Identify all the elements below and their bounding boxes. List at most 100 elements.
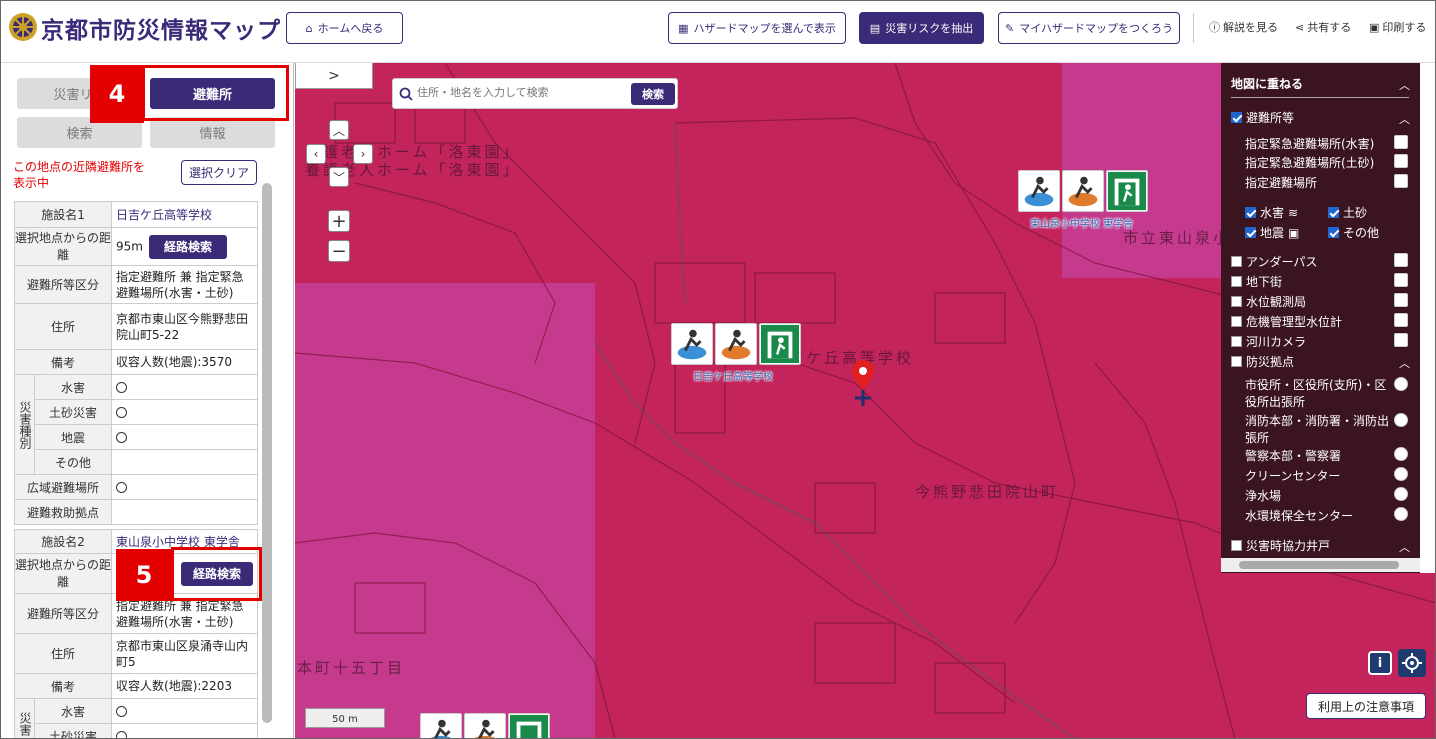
filter-earthquake[interactable]: 地震 ▣ bbox=[1245, 224, 1299, 241]
layer-water-plant: 浄水場 bbox=[1245, 487, 1281, 504]
site-title[interactable]: 京都市防災情報マップ bbox=[41, 11, 281, 45]
checkbox-unchecked[interactable] bbox=[1231, 336, 1242, 347]
pan-right-button[interactable]: › bbox=[353, 144, 373, 164]
facility1-earthquake-value bbox=[111, 424, 259, 450]
share-icon: ⋖ bbox=[1295, 20, 1305, 34]
filter-other[interactable]: その他 bbox=[1328, 224, 1379, 241]
sidebar-scroll-thumb[interactable] bbox=[262, 183, 272, 723]
facility2-map-marker[interactable] bbox=[1018, 170, 1148, 216]
available-circle-icon bbox=[116, 432, 128, 443]
facility1-rescue-label: 避難救助拠点 bbox=[13, 499, 113, 525]
facility1-map-marker[interactable] bbox=[671, 323, 801, 369]
hazard-select-label: ハザードマップを選んで表示 bbox=[693, 22, 836, 35]
checkbox-unchecked[interactable] bbox=[1231, 296, 1242, 307]
collapse-chevron-icon[interactable]: ︿ bbox=[1399, 355, 1410, 371]
annotation-label-5: 5 bbox=[116, 549, 172, 601]
layer-crisis-gauge-label: 危機管理型水位計 bbox=[1246, 315, 1343, 329]
available-circle-icon bbox=[116, 731, 128, 738]
clear-selection-button[interactable]: 選択クリア bbox=[181, 160, 257, 185]
layer-disaster-base[interactable]: 防災拠点 bbox=[1231, 353, 1294, 370]
print-link[interactable]: ▣ 印刷する bbox=[1369, 19, 1426, 35]
layer-cooperation-well[interactable]: 災害時協力井戸 bbox=[1231, 537, 1330, 554]
checkbox-unchecked[interactable] bbox=[1231, 540, 1242, 551]
facility2-remarks-label: 備考 bbox=[13, 673, 113, 699]
risk-extract-button[interactable]: ▤ 災害リスクを抽出 bbox=[859, 12, 984, 44]
layer-designated-landslide-label: 指定緊急避難場所(土砂) bbox=[1245, 156, 1375, 170]
nearby-notice-line2: 表示中 bbox=[13, 176, 50, 190]
layer-underground[interactable]: 地下街 bbox=[1231, 273, 1282, 290]
layer-river-camera[interactable]: 河川カメラ bbox=[1231, 333, 1306, 350]
facility1-table: 施設名1 日吉ケ丘高等学校 選択地点からの距離 95m 経路検索 避難所等区分 指… bbox=[13, 201, 259, 525]
collapse-chevron-icon[interactable]: ︿ bbox=[1399, 77, 1410, 93]
checkbox-unchecked[interactable] bbox=[1231, 356, 1242, 367]
my-hazard-map-button[interactable]: ✎ マイハザードマップをつくろう bbox=[998, 12, 1180, 44]
map-text-hon-machi: 本町十五丁目 bbox=[297, 659, 406, 677]
shelter-legend-icon bbox=[1394, 174, 1408, 188]
usage-notice-button[interactable]: 利用上の注意事項 bbox=[1306, 693, 1426, 719]
table-row: 備考 収容人数(地震):2203 bbox=[13, 673, 259, 699]
facility2-remarks-value: 収容人数(地震):2203 bbox=[111, 673, 259, 699]
layer-designated-shelter: 指定避難場所 bbox=[1245, 174, 1317, 191]
facility1-name-link[interactable]: 日吉ケ丘高等学校 bbox=[111, 201, 259, 228]
zoom-out-button[interactable]: − bbox=[328, 240, 350, 262]
facility2-landslide-label: 土砂災害 bbox=[33, 723, 113, 738]
collapse-chevron-icon[interactable]: ︿ bbox=[1399, 111, 1410, 127]
filter-landslide[interactable]: 土砂 bbox=[1328, 204, 1367, 221]
fire-dept-legend-icon bbox=[1394, 413, 1408, 427]
facility1-landslide-label: 土砂災害 bbox=[33, 399, 113, 425]
facility1-remarks-label: 備考 bbox=[13, 349, 113, 375]
table-row: 住所 京都市東山区今熊野悲田院山町5-22 bbox=[13, 303, 259, 350]
current-location-button[interactable] bbox=[1398, 649, 1426, 677]
facility1-route-button[interactable]: 経路検索 bbox=[148, 234, 227, 259]
map-search-input[interactable] bbox=[417, 86, 617, 99]
help-link[interactable]: ⓘ 解説を見る bbox=[1209, 19, 1278, 35]
share-link[interactable]: ⋖ 共有する bbox=[1295, 19, 1351, 35]
pan-down-button[interactable]: ﹀ bbox=[329, 167, 349, 187]
pan-left-button[interactable]: ‹ bbox=[306, 144, 326, 164]
map-icon: ▦ bbox=[678, 21, 689, 35]
home-button[interactable]: ⌂ ホームへ戻る bbox=[286, 12, 403, 44]
table-row: 災害種別 水害 bbox=[14, 374, 259, 475]
layer-police: 警察本部・警察署 bbox=[1245, 447, 1341, 464]
tab-info[interactable]: 情報 bbox=[150, 117, 275, 148]
map-search-button[interactable]: 検索 bbox=[631, 83, 675, 105]
layer-crisis-water-gauge[interactable]: 危機管理型水位計 bbox=[1231, 313, 1342, 330]
layer-panel-vertical-scrollbar[interactable] bbox=[1420, 63, 1435, 573]
pan-up-button[interactable]: ︿ bbox=[329, 120, 349, 140]
facility1-distance-cell: 95m 経路検索 bbox=[111, 227, 259, 266]
filter-flood[interactable]: 水害 ≋ bbox=[1245, 204, 1298, 221]
map-info-button[interactable]: i bbox=[1368, 651, 1392, 675]
water-plant-legend-icon bbox=[1394, 487, 1408, 501]
my-hazard-label: マイハザードマップをつくろう bbox=[1019, 22, 1173, 35]
checkbox-checked[interactable] bbox=[1328, 227, 1339, 238]
collapse-chevron-icon[interactable]: ︿ bbox=[1399, 539, 1410, 555]
checkbox-unchecked[interactable] bbox=[1231, 316, 1242, 327]
nearby-shelters-notice: この地点の近隣避難所を 表示中 bbox=[13, 159, 145, 191]
map-search-box: 検索 bbox=[392, 78, 678, 109]
facility3-map-marker[interactable] bbox=[420, 713, 550, 738]
checkbox-unchecked[interactable] bbox=[1231, 276, 1242, 287]
layer-cooperation-well-label: 災害時協力井戸 bbox=[1246, 539, 1331, 553]
checkbox-unchecked[interactable] bbox=[1231, 256, 1242, 267]
layer-clean-center: クリーンセンター bbox=[1245, 467, 1340, 484]
selected-location-pin-icon[interactable] bbox=[851, 360, 875, 408]
clean-center-legend-icon bbox=[1394, 467, 1408, 481]
checkbox-checked[interactable] bbox=[1328, 207, 1339, 218]
layer-designated-landslide: 指定緊急避難場所(土砂) bbox=[1245, 154, 1374, 171]
earthquake-icon: ▣ bbox=[1288, 225, 1300, 240]
layer-shelters[interactable]: 避難所等 bbox=[1231, 109, 1294, 126]
hazard-select-button[interactable]: ▦ ハザードマップを選んで表示 bbox=[668, 12, 846, 44]
checkbox-checked[interactable] bbox=[1245, 227, 1256, 238]
tools-icon: ✎ bbox=[1005, 21, 1015, 35]
facility2-flood-value bbox=[111, 698, 259, 724]
layer-designated-shelter-label: 指定避難場所 bbox=[1245, 176, 1318, 190]
layer-water-level-station[interactable]: 水位観測局 bbox=[1231, 293, 1306, 310]
checkbox-checked[interactable] bbox=[1245, 207, 1256, 218]
sidebar-toggle-button[interactable]: > bbox=[295, 63, 373, 89]
zoom-in-button[interactable]: + bbox=[328, 210, 350, 232]
camera-legend-icon bbox=[1394, 333, 1408, 347]
layer-panel-scroll-thumb[interactable] bbox=[1239, 561, 1399, 569]
layer-underpass[interactable]: アンダーパス bbox=[1231, 253, 1317, 270]
sidebar: 災害リ 避難所 検索 情報 4 この地点の近隣避難所を 表示中 選択クリア 施設… bbox=[1, 63, 294, 738]
checkbox-checked[interactable] bbox=[1231, 112, 1242, 123]
